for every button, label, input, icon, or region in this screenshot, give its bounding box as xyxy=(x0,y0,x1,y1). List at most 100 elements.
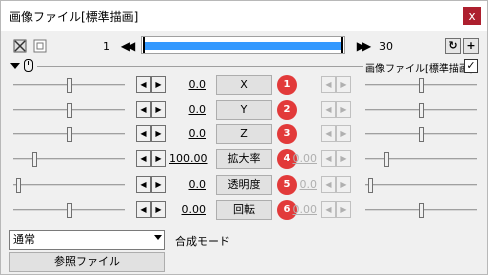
param-start-value[interactable]: 0.0 xyxy=(169,78,207,91)
param-slider-end xyxy=(365,203,477,218)
param-row: ◀ ▶ 0.0 Z 3 ◀ ▶ xyxy=(1,122,487,146)
param-name-button[interactable]: Y xyxy=(216,100,272,120)
mouse-icon xyxy=(24,59,33,72)
slider-thumb[interactable] xyxy=(67,78,72,93)
increment-button: ▶ xyxy=(336,101,351,118)
param-name-button[interactable]: 回転 xyxy=(216,200,272,220)
param-row: ◀ ▶ 0.0 透明度 5 0.0 ◀ ▶ xyxy=(1,173,487,197)
increment-button[interactable]: ▶ xyxy=(151,176,166,193)
collapse-triangle-icon[interactable] xyxy=(10,63,20,69)
decrement-button: ◀ xyxy=(321,176,336,193)
param-name-button[interactable]: X xyxy=(216,75,272,95)
end-spin-buttons: ◀ ▶ xyxy=(321,201,351,218)
next-keyframe-button[interactable]: ▶▶ xyxy=(353,37,371,55)
prev-keyframe-button[interactable]: ◀◀ xyxy=(117,37,135,55)
decrement-button[interactable]: ◀ xyxy=(136,125,151,142)
start-spin-buttons: ◀ ▶ xyxy=(136,125,166,142)
end-spin-buttons: ◀ ▶ xyxy=(321,150,351,167)
param-row: ◀ ▶ 0.0 X 1 ◀ ▶ xyxy=(1,73,487,97)
param-end-value: 0.00 xyxy=(292,152,318,165)
param-name-button[interactable]: 拡大率 xyxy=(216,149,272,169)
reference-file-button[interactable]: 参照ファイル xyxy=(9,252,165,272)
decrement-button[interactable]: ◀ xyxy=(136,150,151,167)
slider-thumb[interactable] xyxy=(32,152,37,167)
start-spin-buttons: ◀ ▶ xyxy=(136,150,166,167)
timeline-end-handle[interactable] xyxy=(341,37,343,53)
start-spin-buttons: ◀ ▶ xyxy=(136,201,166,218)
timeline-bar[interactable] xyxy=(141,36,345,54)
increment-button[interactable]: ▶ xyxy=(151,76,166,93)
decrement-button[interactable]: ◀ xyxy=(136,176,151,193)
timeline-fill xyxy=(144,42,342,50)
decrement-button[interactable]: ◀ xyxy=(136,101,151,118)
close-button[interactable]: x xyxy=(463,7,481,25)
blend-mode-label: 合成モード xyxy=(175,235,230,248)
param-start-value[interactable]: 0.0 xyxy=(169,103,207,116)
decrement-button: ◀ xyxy=(321,101,336,118)
object-settings-window: 画像ファイル[標準描画] x 1 ◀◀ ▶▶ 30 ↻ + 画像ファイル[標準描… xyxy=(0,0,488,275)
decrement-button[interactable]: ◀ xyxy=(136,76,151,93)
start-spin-buttons: ◀ ▶ xyxy=(136,176,166,193)
increment-button: ▶ xyxy=(336,125,351,142)
param-slider-end xyxy=(365,78,477,93)
param-start-value[interactable]: 100.00 xyxy=(169,152,208,165)
param-start-value[interactable]: 0.0 xyxy=(169,178,207,191)
start-frame: 1 xyxy=(103,40,110,53)
enable-checkbox[interactable]: ✓ xyxy=(464,59,478,73)
end-spin-buttons: ◀ ▶ xyxy=(321,176,351,193)
decrement-button[interactable]: ◀ xyxy=(136,201,151,218)
param-row: ◀ ▶ 0.00 回転 6 0.00 ◀ ▶ xyxy=(1,198,487,222)
window-title: 画像ファイル[標準描画] xyxy=(9,10,139,24)
refresh-button[interactable]: ↻ xyxy=(445,38,461,54)
increment-button: ▶ xyxy=(336,150,351,167)
increment-button[interactable]: ▶ xyxy=(151,201,166,218)
slider-thumb[interactable] xyxy=(67,103,72,118)
increment-button: ▶ xyxy=(336,176,351,193)
frame-icon[interactable] xyxy=(33,39,47,53)
decrement-button: ◀ xyxy=(321,125,336,142)
slider-thumb xyxy=(419,127,424,142)
param-start-value[interactable]: 0.0 xyxy=(169,127,207,140)
increment-button: ▶ xyxy=(336,201,351,218)
param-end-value: 0.0 xyxy=(299,178,318,191)
param-slider-start[interactable] xyxy=(13,203,125,218)
slider-thumb[interactable] xyxy=(16,178,21,193)
param-slider-end xyxy=(365,152,477,167)
param-slider-start[interactable] xyxy=(13,103,125,118)
param-slider-start[interactable] xyxy=(13,152,125,167)
end-spin-buttons: ◀ ▶ xyxy=(321,125,351,142)
decrement-button: ◀ xyxy=(321,201,336,218)
param-slider-start[interactable] xyxy=(13,78,125,93)
param-row: ◀ ▶ 100.00 拡大率 4 0.00 ◀ ▶ xyxy=(1,147,487,171)
increment-button[interactable]: ▶ xyxy=(151,150,166,167)
slider-thumb xyxy=(419,78,424,93)
blend-mode-value: 通常 xyxy=(13,233,35,246)
increment-button: ▶ xyxy=(336,76,351,93)
decrement-button: ◀ xyxy=(321,76,336,93)
split-icon[interactable] xyxy=(13,39,27,53)
param-start-value[interactable]: 0.00 xyxy=(169,203,207,216)
param-name-button[interactable]: Z xyxy=(216,124,272,144)
timeline-start-handle[interactable] xyxy=(143,37,145,53)
start-spin-buttons: ◀ ▶ xyxy=(136,76,166,93)
slider-thumb[interactable] xyxy=(67,127,72,142)
blend-mode-select[interactable]: 通常 xyxy=(9,230,165,250)
param-slider-end xyxy=(365,103,477,118)
param-slider-start[interactable] xyxy=(13,127,125,142)
param-slider-end xyxy=(365,178,477,193)
add-filter-button[interactable]: + xyxy=(463,38,479,54)
param-slider-start[interactable] xyxy=(13,178,125,193)
param-end-value: 0.00 xyxy=(292,203,318,216)
title-bar: 画像ファイル[標準描画] x xyxy=(1,1,487,31)
slider-thumb xyxy=(384,152,389,167)
slider-thumb xyxy=(419,103,424,118)
slider-thumb[interactable] xyxy=(67,203,72,218)
increment-button[interactable]: ▶ xyxy=(151,125,166,142)
slider-thumb xyxy=(419,203,424,218)
increment-button[interactable]: ▶ xyxy=(151,101,166,118)
end-frame: 30 xyxy=(379,40,393,53)
decrement-button: ◀ xyxy=(321,150,336,167)
number-badge: 1 xyxy=(277,75,297,95)
param-name-button[interactable]: 透明度 xyxy=(216,175,272,195)
end-spin-buttons: ◀ ▶ xyxy=(321,76,351,93)
